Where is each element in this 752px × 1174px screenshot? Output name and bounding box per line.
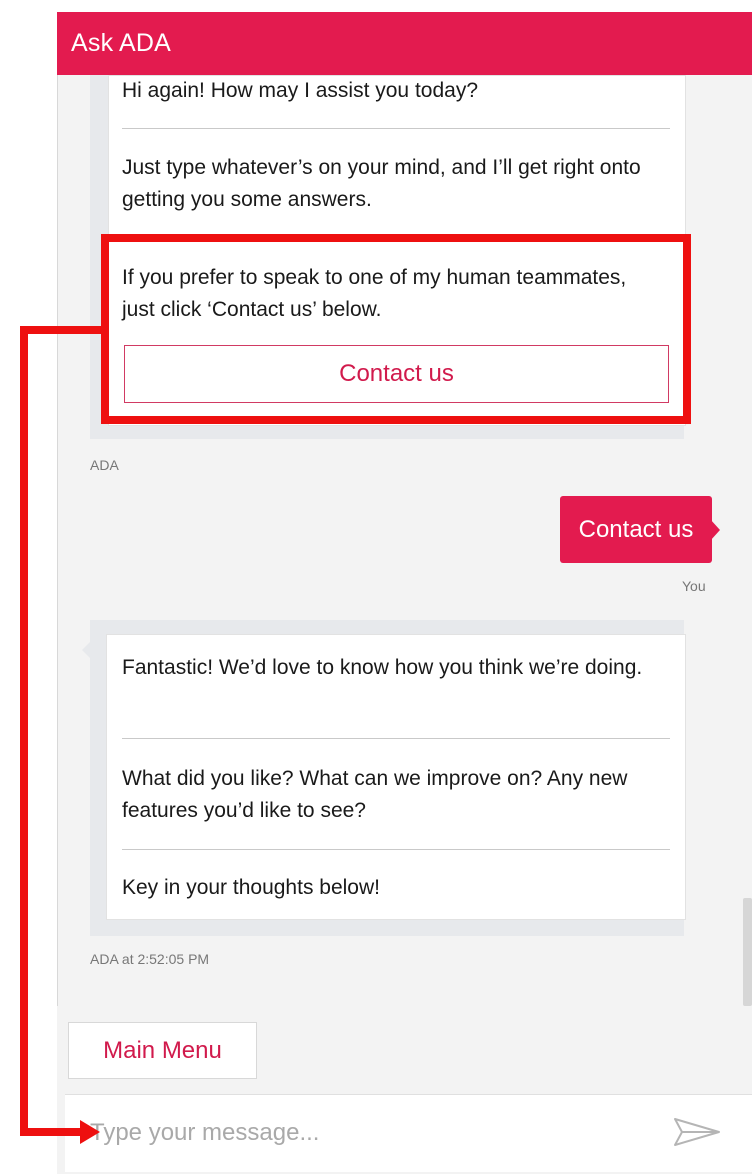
bot-message-instructions: Just type whatever’s on your mind, and I… [122,156,641,211]
main-menu-button[interactable]: Main Menu [68,1022,257,1079]
annotation-arrow-line [20,1128,82,1136]
message-divider [122,128,670,129]
user-sender-label: You [682,578,706,594]
bot-sender-label: ADA [90,457,119,473]
bot-message-feedback-intro: Fantastic! We’d love to know how you thi… [122,656,643,679]
bot-message-feedback-cta: Key in your thoughts below! [122,876,380,899]
message-divider [122,738,670,739]
send-icon[interactable] [672,1115,722,1149]
scrollbar[interactable] [743,898,752,1006]
message-divider [122,849,670,850]
annotation-highlight-box [101,234,691,424]
annotation-arrowhead-icon [80,1120,100,1144]
message-input[interactable] [90,1110,650,1156]
chat-header-title: Ask ADA [57,12,752,75]
user-message-bubble: Contact us [560,496,712,563]
annotation-arrow-line [20,326,28,1136]
user-bubble-tail [710,519,720,541]
bot-sender-timestamp: ADA at 2:52:05 PM [90,951,210,967]
bot-message-feedback-questions: What did you like? What can we improve o… [122,767,628,822]
bot-message-greeting: Hi again! How may I assist you today? [122,79,478,102]
annotation-arrow-line [20,326,102,334]
